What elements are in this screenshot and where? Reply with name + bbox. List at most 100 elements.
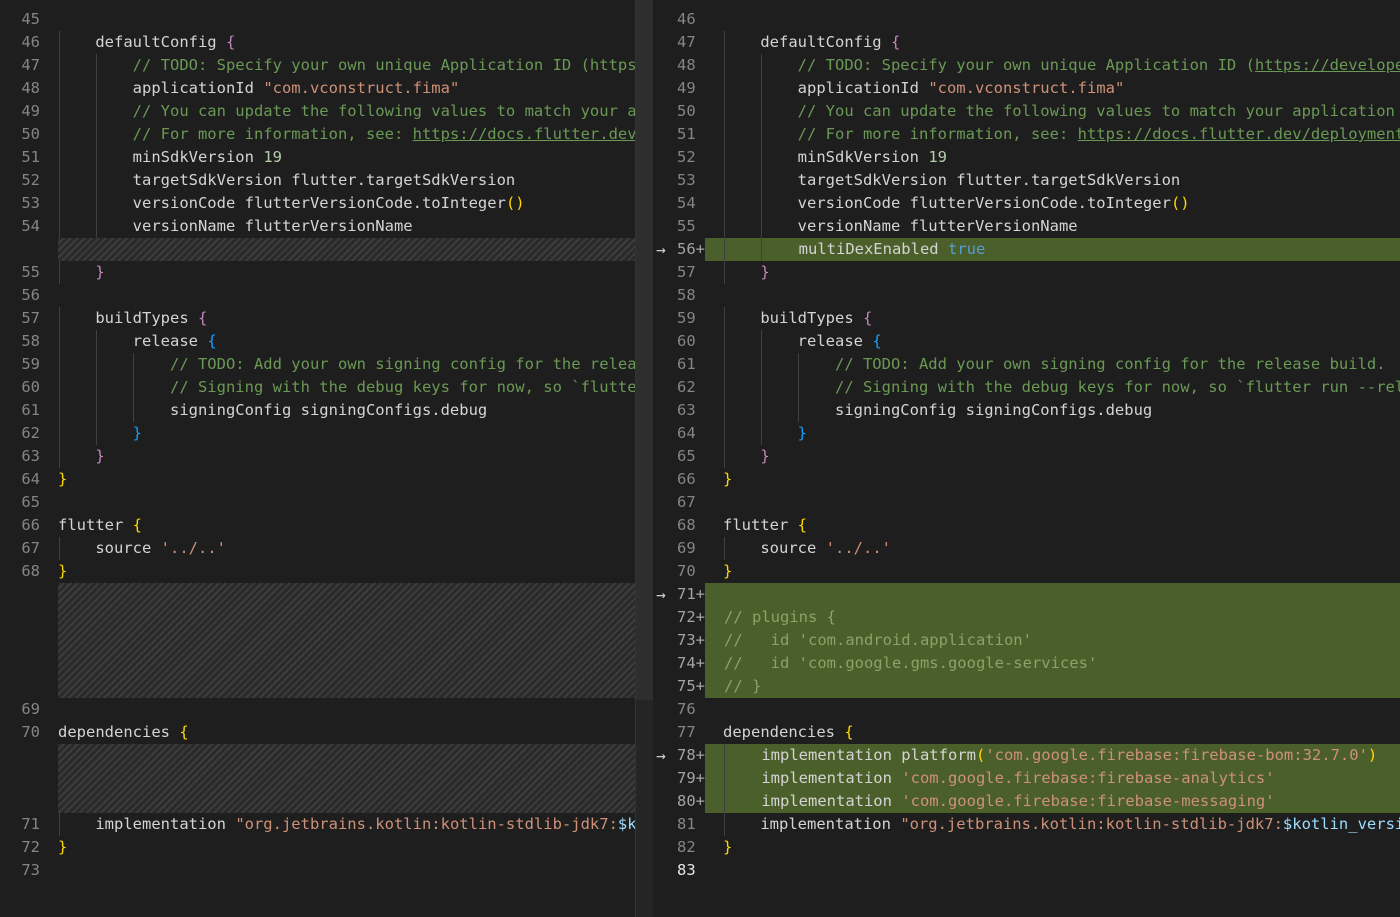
code-line[interactable]: 66 flutter { xyxy=(0,514,653,537)
code-line[interactable]: 59 // TODO: Add your own signing config … xyxy=(0,353,653,376)
indent-guide xyxy=(96,422,98,445)
code-line[interactable]: 53 targetSdkVersion flutter.targetSdkVer… xyxy=(653,169,1400,192)
code-line[interactable]: 66 } xyxy=(653,468,1400,491)
code-line[interactable]: 57 buildTypes { xyxy=(0,307,653,330)
code-line[interactable]: 67 xyxy=(653,491,1400,514)
code-line[interactable]: 69 source '../..' xyxy=(653,537,1400,560)
added-marker xyxy=(696,171,705,189)
added-code-line[interactable]: 71+ xyxy=(653,583,1400,606)
code-line[interactable]: 73 xyxy=(0,859,653,882)
code-line[interactable]: 63 signingConfig signingConfigs.debug xyxy=(653,399,1400,422)
indent-guide xyxy=(724,399,725,422)
code-line[interactable]: 59 buildTypes { xyxy=(653,307,1400,330)
code-line[interactable]: 63 } xyxy=(0,445,653,468)
code-line[interactable]: 58 xyxy=(653,284,1400,307)
added-marker xyxy=(696,838,705,856)
code-line[interactable]: 55 versionName flutterVersionName xyxy=(653,215,1400,238)
code-line[interactable]: 68 flutter { xyxy=(653,514,1400,537)
code-line[interactable]: 51 minSdkVersion 19 xyxy=(0,146,653,169)
code-line[interactable]: 49 applicationId "com.vconstruct.fima" xyxy=(653,77,1400,100)
added-code-line[interactable]: 56+ multiDexEnabled true xyxy=(653,238,1400,261)
code-text: implementation "org.jetbrains.kotlin:kot… xyxy=(723,815,1400,833)
code-line[interactable]: 48 applicationId "com.vconstruct.fima" xyxy=(0,77,653,100)
code-line[interactable]: 65 } xyxy=(653,445,1400,468)
code-line[interactable]: 50 // For more information, see: https:/… xyxy=(0,123,653,146)
added-code-line[interactable]: 75+ // } xyxy=(653,675,1400,698)
line-number: 64 xyxy=(21,470,40,488)
code-line[interactable]: 70 } xyxy=(653,560,1400,583)
added-code-line[interactable]: 72+ // plugins { xyxy=(653,606,1400,629)
code-line[interactable]: 61 signingConfig signingConfigs.debug xyxy=(0,399,653,422)
code-line[interactable]: 64 } xyxy=(653,422,1400,445)
line-number: 67 xyxy=(21,539,40,557)
scrollbar-thumb[interactable] xyxy=(636,0,653,700)
code-line[interactable]: 49 // You can update the following value… xyxy=(0,100,653,123)
line-number: 50 xyxy=(653,100,705,123)
added-code-line[interactable]: 79+ implementation 'com.google.firebase:… xyxy=(653,767,1400,790)
code-line[interactable]: 82 } xyxy=(653,836,1400,859)
code-text: // For more information, see: https://do… xyxy=(132,125,653,143)
code-line[interactable]: 50 // You can update the following value… xyxy=(653,100,1400,123)
code-text: versionCode flutterVersionCode.toInteger… xyxy=(723,194,1190,212)
code-line[interactable]: 61 // TODO: Add your own signing config … xyxy=(653,353,1400,376)
code-text: applicationId "com.vconstruct.fima" xyxy=(723,79,1125,97)
code-line[interactable]: 54 versionName flutterVersionName xyxy=(0,215,653,238)
original-file-pane[interactable]: 45 46 defaultConfig {47 // TODO: Specify … xyxy=(0,0,653,917)
code-line[interactable]: 62 } xyxy=(0,422,653,445)
code-line[interactable]: 76 xyxy=(653,698,1400,721)
left-pane-scrollbar[interactable] xyxy=(636,0,653,917)
added-marker: + xyxy=(695,769,705,787)
added-code-line[interactable]: 73+ // id 'com.android.application' xyxy=(653,629,1400,652)
indent-guide xyxy=(761,215,763,238)
code-line[interactable]: 47 // TODO: Specify your own unique Appl… xyxy=(0,54,653,77)
code-line[interactable]: 81 implementation "org.jetbrains.kotlin:… xyxy=(653,813,1400,836)
code-line[interactable]: 53 versionCode flutterVersionCode.toInte… xyxy=(0,192,653,215)
revert-change-arrow-icon[interactable]: → xyxy=(653,583,669,606)
added-marker: + xyxy=(695,631,705,649)
added-marker xyxy=(696,286,705,304)
code-line[interactable]: 57 } xyxy=(653,261,1400,284)
code-line[interactable]: 62 // Signing with the debug keys for no… xyxy=(653,376,1400,399)
indent-guide xyxy=(59,192,60,215)
revert-change-arrow-icon[interactable]: → xyxy=(653,238,669,261)
indent-guide xyxy=(724,445,725,468)
line-number: 54 xyxy=(653,192,705,215)
line-number: 73 xyxy=(21,861,40,879)
added-code-line[interactable]: 74+ // id 'com.google.gms.google-services… xyxy=(653,652,1400,675)
indent-guide xyxy=(761,169,763,192)
code-line[interactable]: 55 } xyxy=(0,261,653,284)
code-line[interactable]: 54 versionCode flutterVersionCode.toInte… xyxy=(653,192,1400,215)
code-text: } xyxy=(95,447,105,465)
code-text: multiDexEnabled true xyxy=(724,240,986,258)
added-code-line[interactable]: 78+ implementation platform('com.google.… xyxy=(653,744,1400,767)
code-line[interactable]: 46 defaultConfig { xyxy=(0,31,653,54)
revert-change-arrow-icon[interactable]: → xyxy=(653,744,669,767)
indent-guide xyxy=(59,445,60,468)
code-line[interactable]: 58 release { xyxy=(0,330,653,353)
code-line[interactable]: 77 dependencies { xyxy=(653,721,1400,744)
code-line[interactable]: 45 xyxy=(0,8,653,31)
indent-guide xyxy=(761,330,763,353)
code-line[interactable]: 48 // TODO: Specify your own unique Appl… xyxy=(653,54,1400,77)
code-line[interactable]: 83 xyxy=(653,859,1400,882)
code-line[interactable]: 69 xyxy=(0,698,653,721)
code-line[interactable]: 51 // For more information, see: https:/… xyxy=(653,123,1400,146)
code-line[interactable]: 46 xyxy=(653,8,1400,31)
code-line[interactable]: 65 xyxy=(0,491,653,514)
line-number: 46 xyxy=(653,8,705,31)
modified-file-pane[interactable]: 46 47 defaultConfig {48 // TODO: Specify… xyxy=(653,0,1400,917)
code-line[interactable]: 72} xyxy=(0,836,653,859)
code-line[interactable]: 67 source '../..' xyxy=(0,537,653,560)
code-line[interactable]: 52 targetSdkVersion flutter.targetSdkVer… xyxy=(0,169,653,192)
code-line[interactable]: 60 // Signing with the debug keys for no… xyxy=(0,376,653,399)
code-line[interactable]: 71 implementation "org.jetbrains.kotlin:… xyxy=(0,813,653,836)
code-line[interactable]: 60 release { xyxy=(653,330,1400,353)
added-code-line[interactable]: 80+ implementation 'com.google.firebase:… xyxy=(653,790,1400,813)
code-line[interactable]: 70 dependencies { xyxy=(0,721,653,744)
code-line[interactable]: 47 defaultConfig { xyxy=(653,31,1400,54)
line-number: 53 xyxy=(21,194,40,212)
code-line[interactable]: 52 minSdkVersion 19 xyxy=(653,146,1400,169)
code-line[interactable]: 56 xyxy=(0,284,653,307)
code-line[interactable]: 64} xyxy=(0,468,653,491)
code-line[interactable]: 68} xyxy=(0,560,653,583)
